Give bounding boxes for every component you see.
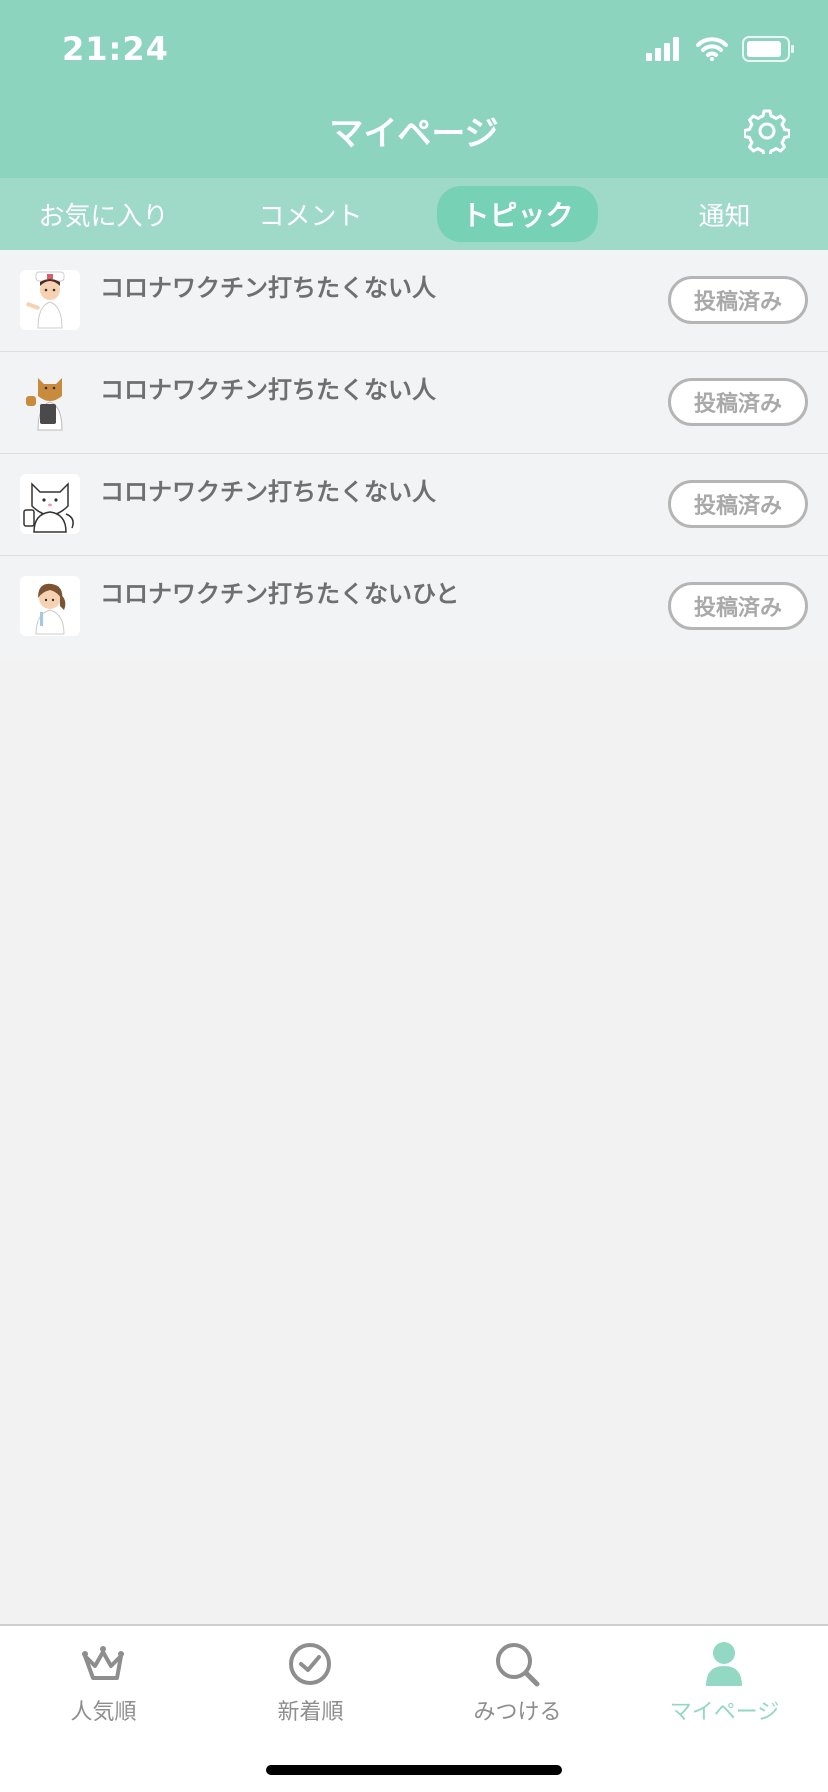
nurse-syringe-avatar-icon <box>20 576 80 636</box>
status-time: 21:24 <box>62 30 169 68</box>
list-item[interactable]: コロナワクチン打ちたくない人 投稿済み <box>0 250 828 352</box>
tab-favorites[interactable]: お気に入り <box>0 178 207 250</box>
tabbar-label: みつける <box>473 1700 562 1725</box>
list-item[interactable]: コロナワクチン打ちたくないひと 投稿済み <box>0 556 828 658</box>
clock-icon <box>289 1643 331 1685</box>
list-item[interactable]: コロナワクチン打ちたくない人 投稿済み <box>0 454 828 556</box>
topic-list: コロナワクチン打ちたくない人 投稿済み コロナワクチン打ちたくない人 投稿済み <box>0 250 828 658</box>
tab-bar-top: お気に入り コメント トピック 通知 <box>0 178 828 250</box>
page-title: マイページ <box>329 114 499 154</box>
nurse-avatar-icon <box>20 270 80 330</box>
settings-button[interactable] <box>743 108 791 158</box>
tabbar-label: 人気順 <box>70 1700 137 1725</box>
home-indicator <box>266 1765 562 1775</box>
gear-icon <box>743 109 791 158</box>
battery-icon <box>742 36 794 62</box>
tab-label: トピック <box>437 186 598 242</box>
tab-label: コメント <box>258 201 363 232</box>
tab-label: お気に入り <box>38 201 169 232</box>
status-icons <box>646 34 796 64</box>
header: 21:24 マイページ <box>0 0 828 178</box>
search-icon <box>496 1643 540 1687</box>
tab-comments[interactable]: コメント <box>207 178 414 250</box>
tabbar-label: 新着順 <box>277 1700 344 1725</box>
topic-title: コロナワクチン打ちたくない人 <box>100 274 436 302</box>
tab-topics[interactable]: トピック <box>414 178 621 250</box>
tabbar-label: マイページ <box>669 1700 780 1725</box>
wifi-icon <box>696 37 728 61</box>
topic-title: コロナワクチン打ちたくない人 <box>100 376 436 404</box>
tabbar-item-newest[interactable]: 新着順 <box>207 1638 414 1728</box>
posted-badge[interactable]: 投稿済み <box>668 378 808 426</box>
person-icon <box>706 1642 742 1686</box>
posted-badge[interactable]: 投稿済み <box>668 582 808 630</box>
posted-badge[interactable]: 投稿済み <box>668 480 808 528</box>
topic-title: コロナワクチン打ちたくないひと <box>100 580 460 608</box>
tab-notifications[interactable]: 通知 <box>621 178 828 250</box>
tab-label: 通知 <box>698 201 751 232</box>
crown-icon <box>82 1646 124 1680</box>
tabbar-item-mypage[interactable]: マイページ <box>621 1638 828 1728</box>
posted-badge[interactable]: 投稿済み <box>668 276 808 324</box>
white-cat-avatar-icon <box>20 474 80 534</box>
topic-title: コロナワクチン打ちたくない人 <box>100 478 436 506</box>
list-item[interactable]: コロナワクチン打ちたくない人 投稿済み <box>0 352 828 454</box>
tabbar-item-search[interactable]: みつける <box>414 1638 621 1728</box>
signal-icon <box>646 37 679 61</box>
cat-doctor-avatar-icon <box>20 372 80 432</box>
tabbar-item-popular[interactable]: 人気順 <box>0 1638 207 1728</box>
